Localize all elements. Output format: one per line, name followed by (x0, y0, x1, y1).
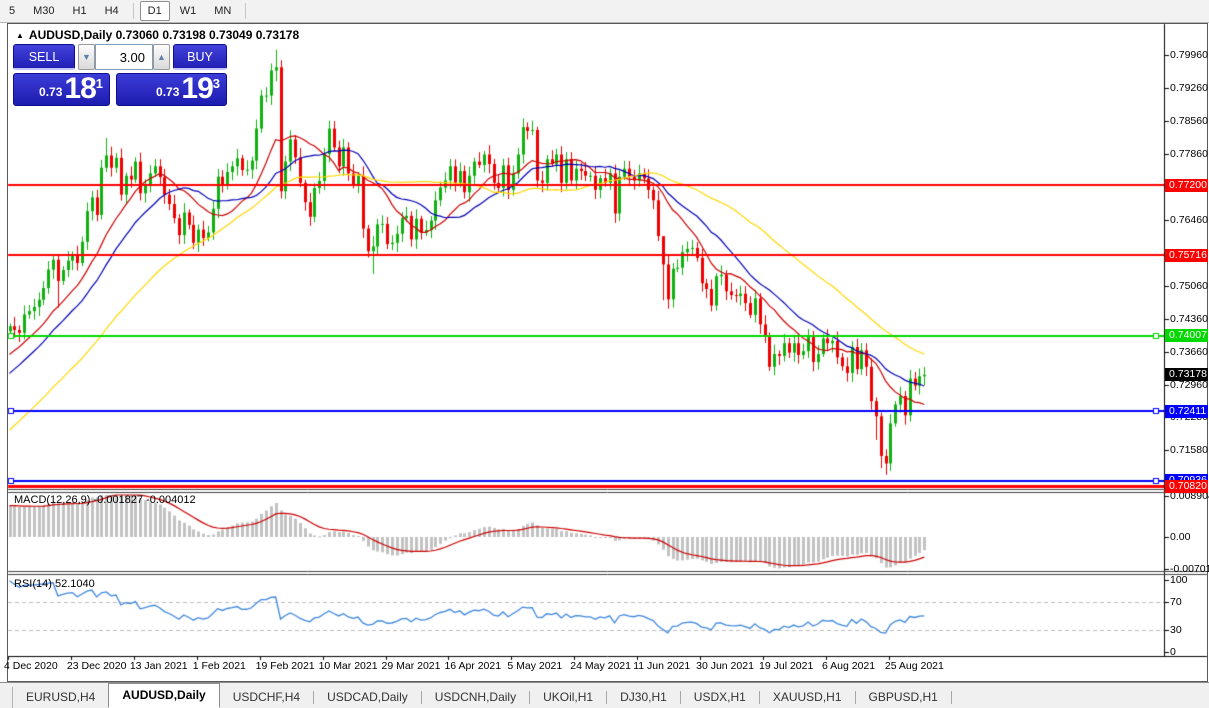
date-label-30-Jun-2021: 30 Jun 2021 (696, 660, 754, 672)
date-label-16-Apr-2021: 16 Apr 2021 (444, 660, 502, 672)
symbol-marker-icon: ▲ (16, 31, 24, 40)
date-label-23-Dec-2020: 23 Dec 2020 (66, 660, 127, 672)
macd-tick-0.00: 0.00 (1170, 531, 1191, 543)
timeframe-button-5[interactable]: 5 (1, 1, 23, 21)
timeframe-button-h4[interactable]: H4 (97, 1, 127, 21)
timeframe-button-mn[interactable]: MN (206, 1, 239, 21)
rsi-tick-70: 70 (1170, 595, 1182, 608)
chart-tab-usdcnh-daily[interactable]: USDCNH,Daily (422, 687, 529, 708)
price-tick-0.73660: 0.73660 (1170, 346, 1208, 359)
buy-price-big: 19 (181, 72, 213, 105)
sell-price-panel[interactable]: 0.73 18 1 (13, 73, 110, 106)
buy-button[interactable]: BUY (173, 44, 227, 70)
price-tick-0.71580: 0.71580 (1170, 444, 1208, 457)
price-tick-0.77860: 0.77860 (1170, 148, 1208, 161)
rsi-tick-0: 0 (1170, 646, 1176, 658)
macd-pane-splitter[interactable] (7, 488, 1208, 493)
trading-platform-window: 5 M30 H1 H4 D1 W1 MN ▲ AUDUSD,Daily 0.73060 0.7… (0, 0, 1209, 708)
chart-tab-gbpusd-h1[interactable]: GBPUSD,H1 (856, 687, 951, 708)
chart-title-text: AUDUSD,Daily 0.73060 0.73198 0.73049 0.7… (28, 28, 300, 42)
level-price-label-0.75716[interactable]: 0.75716 (1165, 248, 1208, 262)
date-label-19-Feb-2021: 19 Feb 2021 (255, 660, 315, 672)
macd-values: -0.001827 -0.004012 (93, 494, 196, 506)
price-tick-0.78560: 0.78560 (1170, 115, 1208, 128)
date-label-4-Dec-2020: 4 Dec 2020 (4, 660, 58, 672)
chart-tab-usdx-h1[interactable]: USDX,H1 (681, 687, 759, 708)
one-click-trade-widget: SELL ▼ ▲ BUY 0.73 18 1 0.73 19 3 (13, 44, 227, 106)
tab-bar-stub (0, 687, 13, 708)
rsi-value: 52.1040 (54, 578, 95, 590)
rsi-tick-30: 30 (1170, 624, 1182, 637)
current-price-label: 0.73178 (1165, 368, 1208, 382)
date-label-13-Jan-2021: 13 Jan 2021 (129, 660, 188, 672)
chart-tab-bar: EURUSD,H4 AUDUSD,Daily USDCHF,H4 USDCAD,Dai… (0, 682, 1209, 708)
rsi-title: RSI(14) (14, 578, 52, 590)
rsi-tick-100: 100 (1170, 574, 1188, 586)
level-price-label-0.72411[interactable]: 0.72411 (1165, 404, 1208, 418)
buy-price-sup: 3 (212, 76, 220, 91)
sell-price-big: 18 (64, 72, 96, 105)
rsi-indicator-label: RSI(14) 52.1040 (14, 578, 95, 590)
volume-increase-button[interactable]: ▲ (153, 44, 170, 70)
timeframe-toolbar: 5 M30 H1 H4 D1 W1 MN (0, 0, 1209, 23)
timeframe-button-w1[interactable]: W1 (172, 1, 205, 21)
macd-title: MACD(12,26,9) (14, 494, 91, 506)
chart-tab-audusd-daily[interactable]: AUDUSD,Daily (108, 683, 220, 708)
date-label-5-May-2021: 5 May 2021 (507, 660, 563, 672)
volume-input[interactable] (95, 44, 153, 70)
timeframe-button-d1[interactable]: D1 (139, 1, 170, 21)
date-label-11-Jun-2021: 11 Jun 2021 (633, 660, 691, 672)
volume-decrease-button[interactable]: ▼ (78, 44, 95, 70)
chart-tab-eurusd-h4[interactable]: EURUSD,H4 (13, 687, 108, 708)
price-tick-0.74360: 0.74360 (1170, 313, 1208, 326)
buy-price-panel[interactable]: 0.73 19 3 (116, 73, 227, 106)
sell-button[interactable]: SELL (13, 44, 75, 70)
chart-tab-usdchf-h4[interactable]: USDCHF,H4 (220, 687, 313, 708)
level-price-label-0.74007[interactable]: 0.74007 (1165, 329, 1208, 343)
timeframe-button-h1[interactable]: H1 (65, 1, 95, 21)
chart-tab-ukoil-h1[interactable]: UKOil,H1 (530, 687, 606, 708)
chart-canvas[interactable] (0, 0, 1209, 708)
date-label-10-Mar-2021: 10 Mar 2021 (318, 660, 378, 672)
macd-indicator-label: MACD(12,26,9) -0.001827 -0.004012 (14, 494, 196, 506)
date-label-1-Feb-2021: 1 Feb 2021 (192, 660, 246, 672)
date-label-6-Aug-2021: 6 Aug 2021 (821, 660, 876, 672)
price-tick-0.79960: 0.79960 (1170, 49, 1208, 61)
price-tick-0.76460: 0.76460 (1170, 214, 1208, 227)
sell-price-prefix: 0.73 (39, 85, 63, 99)
buy-price-prefix: 0.73 (156, 85, 180, 99)
date-label-24-May-2021: 24 May 2021 (570, 660, 631, 672)
price-tick-0.79260: 0.79260 (1170, 82, 1208, 95)
date-label-25-Aug-2021: 25 Aug 2021 (884, 660, 944, 672)
chart-tab-usdcad-daily[interactable]: USDCAD,Daily (314, 687, 421, 708)
sell-price-sup: 1 (95, 76, 103, 91)
chart-title: ▲ AUDUSD,Daily 0.73060 0.73198 0.73049 0.… (16, 28, 299, 42)
chart-tab-xauusd-h1[interactable]: XAUUSD,H1 (760, 687, 855, 708)
date-label-19-Jul-2021: 19 Jul 2021 (759, 660, 814, 672)
rsi-pane-splitter[interactable] (7, 570, 1208, 575)
timeframe-button-m30[interactable]: M30 (25, 1, 62, 21)
date-label-29-Mar-2021: 29 Mar 2021 (381, 660, 441, 672)
chart-tab-dj30-h1[interactable]: DJ30,H1 (607, 687, 680, 708)
tab-separator (950, 691, 952, 704)
level-price-label-0.77200[interactable]: 0.77200 (1165, 178, 1208, 192)
price-tick-0.75060: 0.75060 (1170, 280, 1208, 293)
toolbar-separator (245, 3, 247, 19)
toolbar-separator (132, 3, 134, 19)
